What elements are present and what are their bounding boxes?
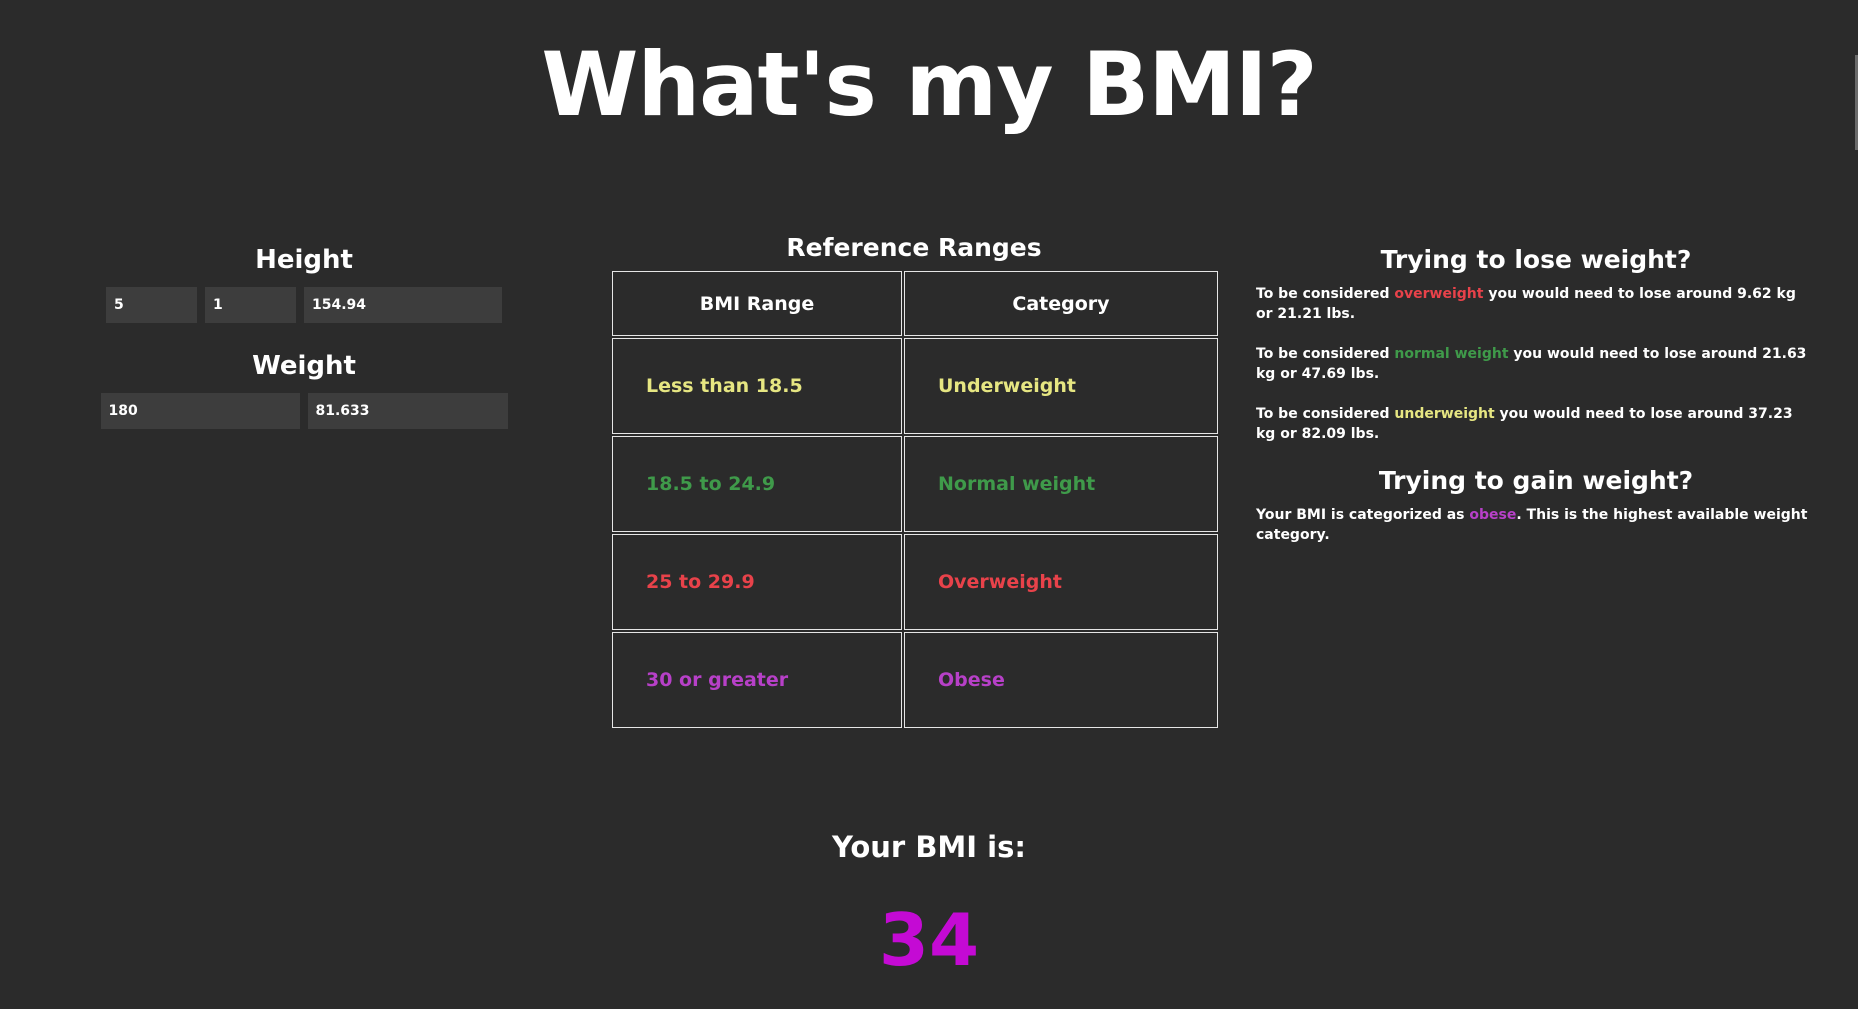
gain-advice: Your BMI is categorized as obese. This i… [1256, 505, 1816, 545]
advice-prefix: To be considered [1256, 406, 1395, 422]
header-bmi-range: BMI Range [612, 271, 902, 336]
advice-prefix: To be considered [1256, 346, 1395, 362]
weight-heading: Weight [252, 351, 356, 381]
advice-panel: Trying to lose weight? To be considered … [1256, 245, 1816, 565]
gain-prefix: Your BMI is categorized as [1256, 507, 1470, 523]
lose-weight-heading: Trying to lose weight? [1380, 245, 1692, 274]
advice-category: underweight [1394, 406, 1495, 422]
lose-advice-overweight: To be considered overweight you would ne… [1256, 284, 1816, 324]
weight-lbs-input[interactable] [100, 393, 300, 429]
bmi-result-value: 34 [878, 898, 980, 982]
weight-inputs [99, 393, 509, 429]
category-cell: Overweight [904, 534, 1218, 630]
weight-kg-input[interactable] [307, 393, 508, 429]
height-heading: Height [255, 245, 353, 275]
range-cell: Less than 18.5 [612, 338, 902, 434]
reference-ranges-title: Reference Ranges [786, 233, 1042, 262]
height-feet-input[interactable] [106, 287, 197, 323]
range-cell: 30 or greater [612, 632, 902, 728]
table-row: 25 to 29.9 Overweight [612, 534, 1218, 630]
height-cm-input[interactable] [304, 287, 502, 323]
advice-category: overweight [1394, 286, 1484, 302]
table-row: 30 or greater Obese [612, 632, 1218, 728]
bmi-result-label: Your BMI is: [832, 830, 1026, 864]
header-category: Category [904, 271, 1218, 336]
table-header-row: BMI Range Category [612, 271, 1218, 336]
advice-prefix: To be considered [1256, 286, 1395, 302]
category-cell: Underweight [904, 338, 1218, 434]
gain-category: obese [1469, 507, 1517, 523]
reference-table: BMI Range Category Less than 18.5 Underw… [610, 269, 1220, 730]
lose-advice-normal: To be considered normal weight you would… [1256, 344, 1816, 384]
range-cell: 18.5 to 24.9 [612, 436, 902, 532]
range-cell: 25 to 29.9 [612, 534, 902, 630]
height-inputs [99, 287, 509, 323]
advice-category: normal weight [1394, 346, 1509, 362]
category-cell: Normal weight [904, 436, 1218, 532]
table-row: Less than 18.5 Underweight [612, 338, 1218, 434]
category-cell: Obese [904, 632, 1218, 728]
table-row: 18.5 to 24.9 Normal weight [612, 436, 1218, 532]
lose-advice-underweight: To be considered underweight you would n… [1256, 404, 1816, 444]
height-inches-input[interactable] [205, 287, 296, 323]
page-title: What's my BMI? [541, 33, 1317, 136]
gain-weight-heading: Trying to gain weight? [1378, 466, 1694, 495]
measurements-panel: Height Weight [99, 245, 509, 429]
